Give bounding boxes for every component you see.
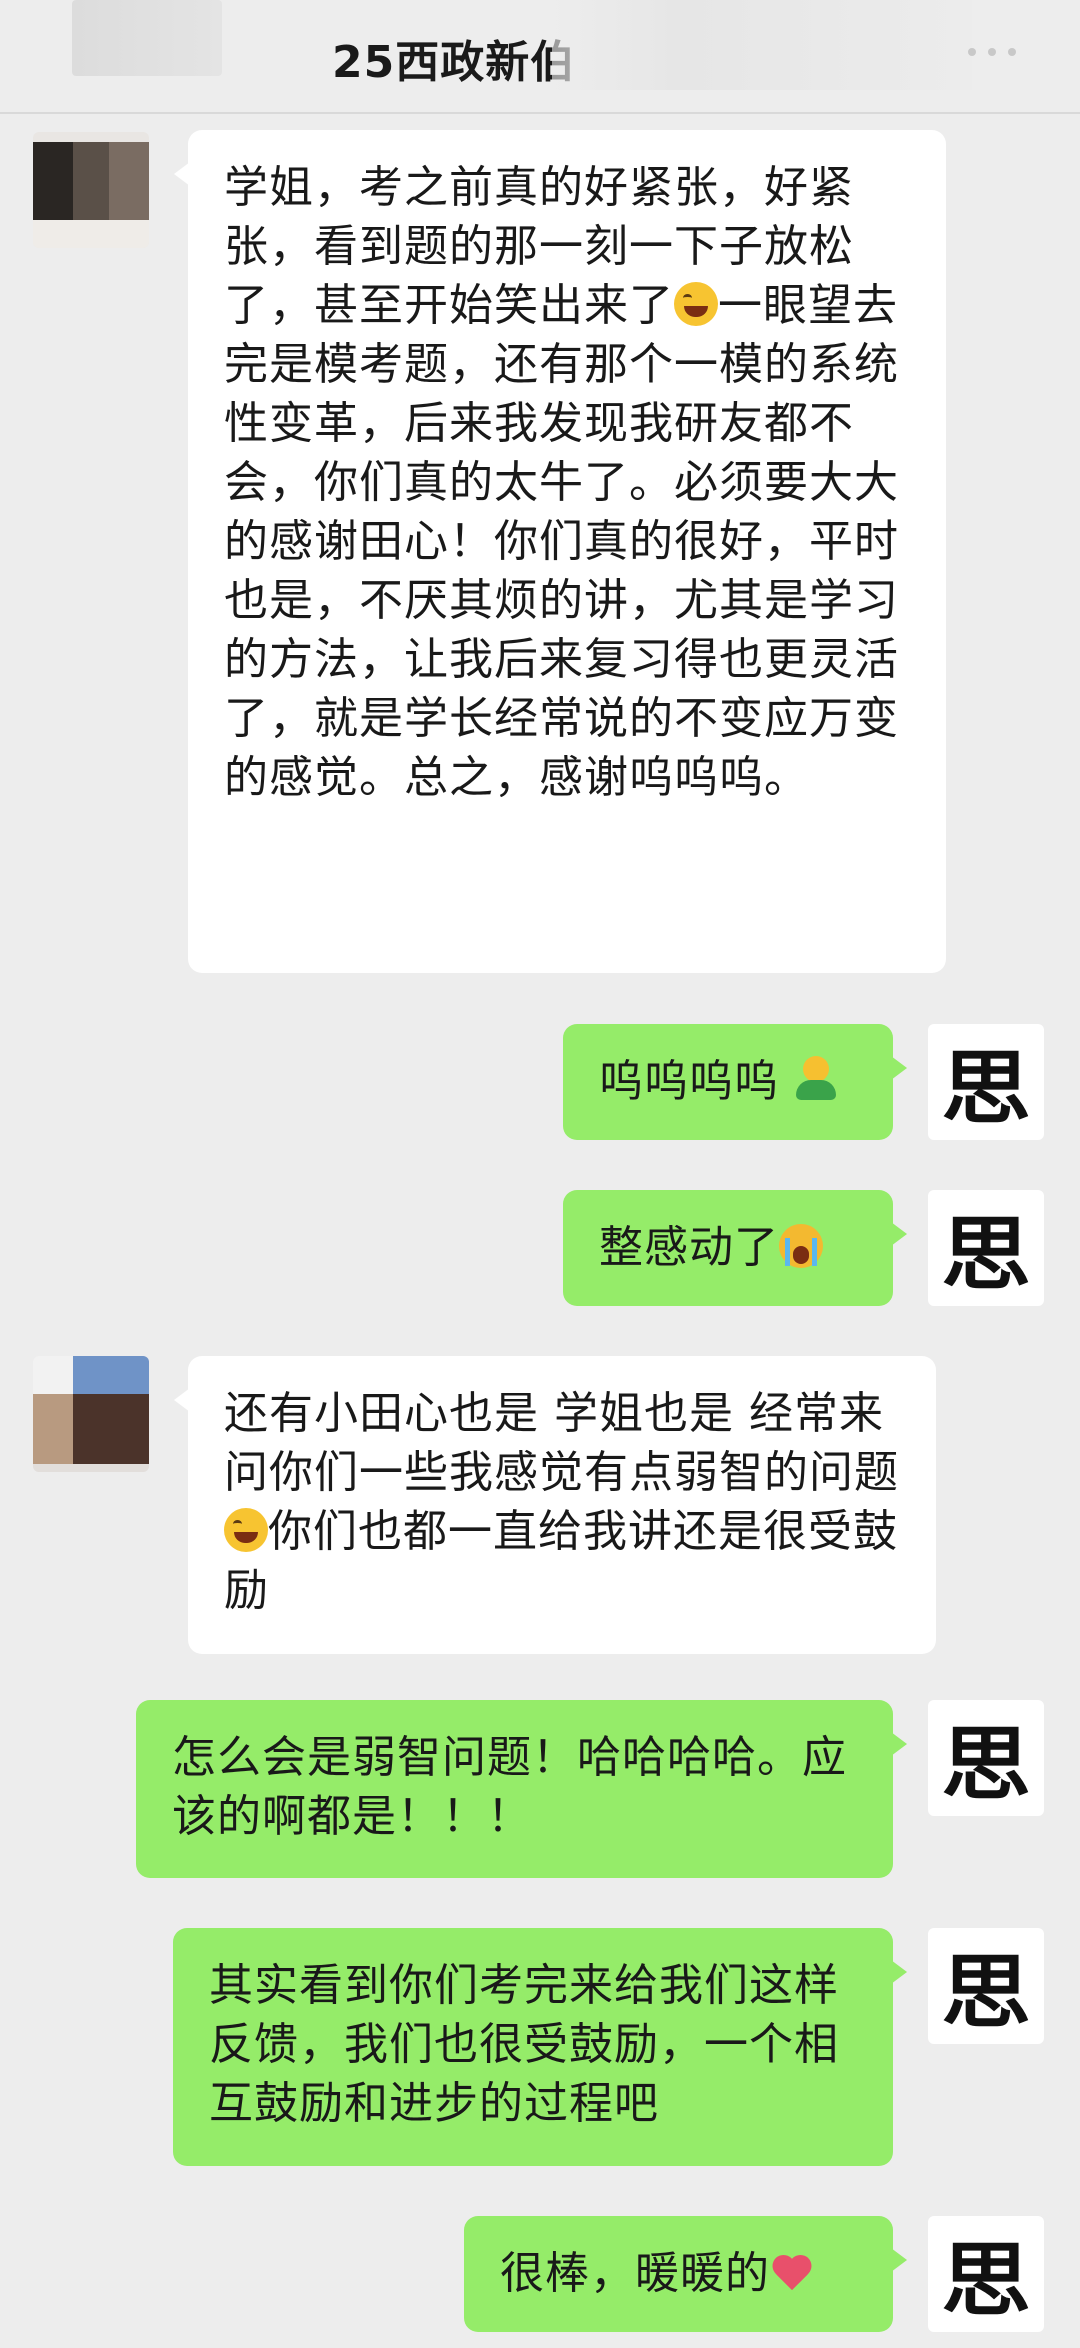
avatar-glyph: 思: [941, 2233, 1031, 2327]
chat-title: 25西政新伯: [332, 37, 576, 88]
person-figure-icon: [794, 1056, 838, 1104]
my-avatar[interactable]: 思: [928, 1190, 1044, 1306]
blurred-back-area[interactable]: [72, 0, 222, 76]
message-text: 其实看到你们考完来给我们这样反馈，我们也很受鼓励，一个相互鼓励和进步的过程吧: [209, 1960, 839, 2129]
title-blur-overlay: [552, 0, 972, 90]
message-bubble-outgoing[interactable]: 怎么会是弱智问题！哈哈哈哈。应该的啊都是！！！: [136, 1700, 907, 1878]
message-bubble-incoming[interactable]: 学姐，考之前真的好紧张，好紧张，看到题的那一刻一下子放松了，甚至开始笑出来了 一眼…: [174, 130, 946, 973]
my-avatar[interactable]: 思: [928, 1024, 1044, 1140]
message-text: 呜呜呜呜: [599, 1056, 779, 1107]
my-avatar[interactable]: 思: [928, 2216, 1044, 2332]
message-bubble-outgoing[interactable]: 很棒，暖暖的: [464, 2216, 907, 2332]
red-heart-icon: [770, 2254, 814, 2294]
more-options-icon[interactable]: [968, 48, 1018, 60]
avatar-glyph: 思: [941, 1041, 1031, 1135]
message-text: 还有小田心也是 学姐也是 经常来问你们一些我感觉有点弱智的问题: [224, 1388, 899, 1498]
my-avatar[interactable]: 思: [928, 1700, 1044, 1816]
message-bubble-outgoing[interactable]: 呜呜呜呜: [563, 1024, 907, 1140]
avatar-glyph: 思: [941, 1945, 1031, 2039]
loudly-crying-face-icon: [779, 1224, 823, 1268]
message-text-continued: 一眼望去完是模考题，还有那个一模的系统性变革，后来我发现我研友都不会，你们真的太…: [224, 280, 899, 803]
face-with-tears-of-joy-icon: [674, 282, 718, 326]
face-with-tears-of-joy-icon: [224, 1508, 268, 1552]
message-text: 怎么会是弱智问题！哈哈哈哈。应该的啊都是！！！: [172, 1732, 847, 1842]
avatar-glyph: 思: [941, 1207, 1031, 1301]
message-bubble-incoming[interactable]: 还有小田心也是 学姐也是 经常来问你们一些我感觉有点弱智的问题你们也都一直给我讲…: [174, 1356, 936, 1654]
my-avatar[interactable]: 思: [928, 1928, 1044, 2044]
avatar-glyph: 思: [941, 1717, 1031, 1811]
message-text: 很棒，暖暖的: [500, 2248, 770, 2299]
message-text: 整感动了: [599, 1222, 779, 1273]
contact-avatar[interactable]: [33, 1356, 149, 1472]
chat-header: 25西政新伯: [0, 0, 1080, 114]
message-bubble-outgoing[interactable]: 其实看到你们考完来给我们这样反馈，我们也很受鼓励，一个相互鼓励和进步的过程吧: [173, 1928, 907, 2166]
message-bubble-outgoing[interactable]: 整感动了: [563, 1190, 907, 1306]
contact-avatar[interactable]: [33, 132, 149, 248]
message-text-continued: 你们也都一直给我讲还是很受鼓励: [224, 1506, 898, 1616]
